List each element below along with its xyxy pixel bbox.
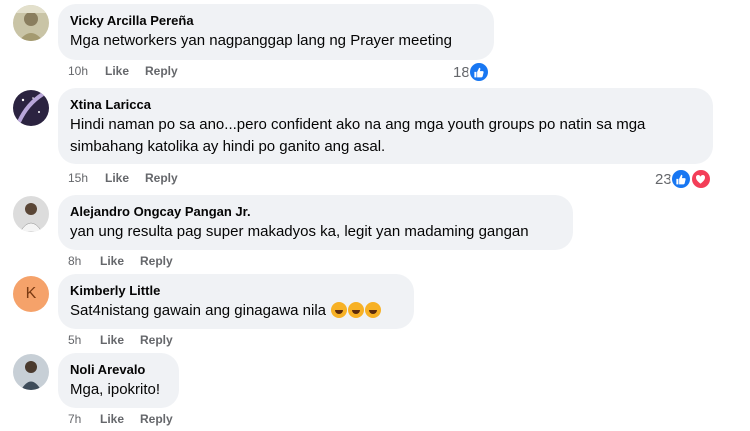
comment-bubble: Vicky Arcilla Pereña Mga networkers yan … xyxy=(58,4,494,60)
avatar[interactable] xyxy=(13,5,49,41)
avatar-letter: K xyxy=(25,285,37,302)
reply-button[interactable]: Reply xyxy=(140,411,173,427)
avatar[interactable] xyxy=(13,354,49,390)
like-reaction-icon xyxy=(467,61,490,83)
comment-time[interactable]: 8h xyxy=(68,253,100,269)
like-button[interactable]: Like xyxy=(100,332,140,348)
avatar[interactable] xyxy=(13,196,49,232)
comment-text: Mga, ipokrito! xyxy=(70,381,161,398)
rofl-emoji-icon xyxy=(365,302,382,318)
comment-actions: 10h Like Reply xyxy=(68,63,178,79)
love-reaction-icon xyxy=(689,168,712,190)
comment-text: Sat4nistang gawain ang ginagawa nila xyxy=(70,302,327,319)
comment-bubble: Kimberly Little Sat4nistang gawain ang g… xyxy=(58,274,414,329)
comment-text-wrapper: Sat4nistang gawain ang ginagawa nila xyxy=(70,300,402,322)
comment-bubble: Xtina Laricca Hindi naman po sa ano...pe… xyxy=(58,88,713,164)
comment-author[interactable]: Alejandro Ongcay Pangan Jr. xyxy=(70,203,561,220)
rofl-emoji-icon xyxy=(348,302,365,318)
comment-time[interactable]: 10h xyxy=(68,63,105,79)
avatar[interactable]: K xyxy=(13,276,49,312)
like-button[interactable]: Like xyxy=(100,411,140,427)
rofl-emoji-icon xyxy=(331,302,348,318)
comment-text: yan ung resulta pag super makadyos ka, l… xyxy=(70,223,529,240)
comment-time[interactable]: 5h xyxy=(68,332,100,348)
comment-bubble: Alejandro Ongcay Pangan Jr. yan ung resu… xyxy=(58,195,573,250)
like-reaction-icon xyxy=(669,168,692,190)
reply-button[interactable]: Reply xyxy=(140,253,173,269)
comment-author[interactable]: Noli Arevalo xyxy=(70,361,167,378)
reply-button[interactable]: Reply xyxy=(145,170,178,186)
like-button[interactable]: Like xyxy=(100,253,140,269)
comment-actions: 15h Like Reply xyxy=(68,170,178,186)
comment-author[interactable]: Vicky Arcilla Pereña xyxy=(70,12,482,29)
reaction-summary[interactable]: 23 xyxy=(655,168,712,190)
comment-author[interactable]: Kimberly Little xyxy=(70,282,402,299)
avatar[interactable] xyxy=(13,90,49,126)
comment-text-line-1: Hindi naman po sa ano...pero confident a… xyxy=(70,116,646,133)
like-button[interactable]: Like xyxy=(105,63,145,79)
comment-time[interactable]: 15h xyxy=(68,170,105,186)
like-button[interactable]: Like xyxy=(105,170,145,186)
reply-button[interactable]: Reply xyxy=(140,332,173,348)
reply-button[interactable]: Reply xyxy=(145,63,178,79)
comment-author[interactable]: Xtina Laricca xyxy=(70,96,701,113)
comment-time[interactable]: 7h xyxy=(68,411,100,427)
comment-actions: 5h Like Reply xyxy=(68,332,173,348)
comment-actions: 8h Like Reply xyxy=(68,253,173,269)
comment-actions: 7h Like Reply xyxy=(68,411,173,427)
reaction-summary[interactable]: 18 xyxy=(453,61,490,83)
comment-text: Mga networkers yan nagpanggap lang ng Pr… xyxy=(70,32,452,49)
comment-text-line-2: simbahang katolika ay hindi po ganito an… xyxy=(70,138,386,155)
comment-bubble: Noli Arevalo Mga, ipokrito! xyxy=(58,353,179,408)
